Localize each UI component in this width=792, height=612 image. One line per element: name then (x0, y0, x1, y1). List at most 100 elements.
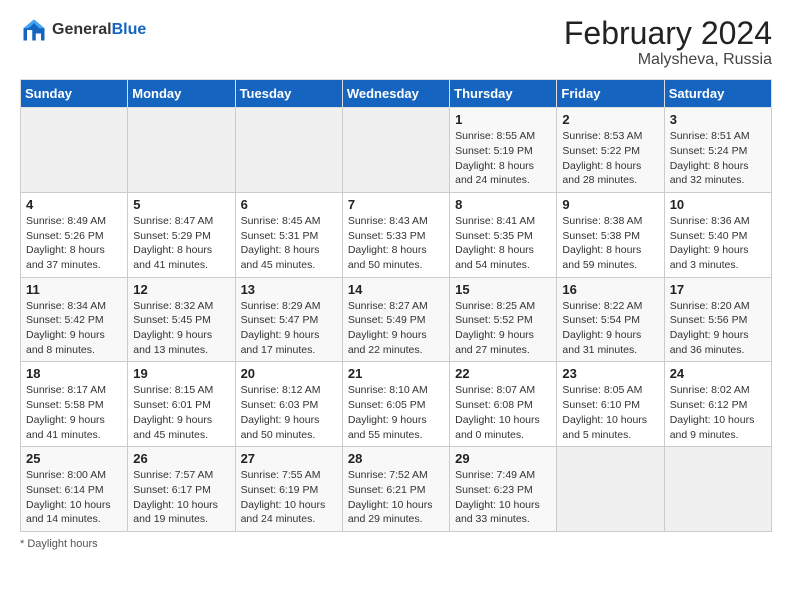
day-info: Sunrise: 8:27 AMSunset: 5:49 PMDaylight:… (348, 299, 444, 358)
calendar-cell: 21 Sunrise: 8:10 AMSunset: 6:05 PMDayligh… (342, 362, 449, 447)
calendar-cell (235, 108, 342, 193)
calendar-cell: 28 Sunrise: 7:52 AMSunset: 6:21 PMDayligh… (342, 447, 449, 532)
calendar-cell: 11Sunrise: 8:34 AMSunset: 5:42 PMDayligh… (21, 277, 128, 362)
calendar-cell: 27 Sunrise: 7:55 AMSunset: 6:19 PMDayligh… (235, 447, 342, 532)
week-row-3: 11Sunrise: 8:34 AMSunset: 5:42 PMDayligh… (21, 277, 772, 362)
day-info: Sunrise: 8:15 AMSunset: 6:01 PMDaylight:… (133, 383, 229, 442)
day-info: Sunrise: 7:49 AMSunset: 6:23 PMDaylight:… (455, 468, 551, 527)
day-number: 13 (241, 282, 337, 297)
day-number: 20 (241, 366, 337, 381)
day-info: Sunrise: 8:20 AMSunset: 5:56 PMDaylight:… (670, 299, 766, 358)
page: GeneralBlue February 2024 Malysheva, Rus… (0, 0, 792, 612)
calendar-cell: 18 Sunrise: 8:17 AMSunset: 5:58 PMDayligh… (21, 362, 128, 447)
calendar-cell: 12 Sunrise: 8:32 AMSunset: 5:45 PMDayligh… (128, 277, 235, 362)
weekday-header-sunday: Sunday (21, 80, 128, 108)
day-number: 24 (670, 366, 766, 381)
day-number: 9 (562, 197, 658, 212)
day-info: Sunrise: 8:02 AMSunset: 6:12 PMDaylight:… (670, 383, 766, 442)
day-number: 26 (133, 451, 229, 466)
day-info: Sunrise: 8:47 AMSunset: 5:29 PMDaylight:… (133, 214, 229, 273)
logo-general: General (52, 21, 112, 38)
calendar-cell: 7 Sunrise: 8:43 AMSunset: 5:33 PMDaylight… (342, 192, 449, 277)
day-info: Sunrise: 8:22 AMSunset: 5:54 PMDaylight:… (562, 299, 658, 358)
day-info: Sunrise: 8:49 AMSunset: 5:26 PMDaylight:… (26, 214, 122, 273)
day-number: 1 (455, 112, 551, 127)
day-info: Sunrise: 8:07 AMSunset: 6:08 PMDaylight:… (455, 383, 551, 442)
day-info: Sunrise: 8:10 AMSunset: 6:05 PMDaylight:… (348, 383, 444, 442)
day-info: Sunrise: 7:52 AMSunset: 6:21 PMDaylight:… (348, 468, 444, 527)
day-number: 22 (455, 366, 551, 381)
weekday-header-tuesday: Tuesday (235, 80, 342, 108)
header: GeneralBlue February 2024 Malysheva, Rus… (20, 16, 772, 69)
day-info: Sunrise: 8:12 AMSunset: 6:03 PMDaylight:… (241, 383, 337, 442)
day-info: Sunrise: 8:36 AMSunset: 5:40 PMDaylight:… (670, 214, 766, 273)
day-number: 11 (26, 282, 122, 297)
day-info: Sunrise: 8:38 AMSunset: 5:38 PMDaylight:… (562, 214, 658, 273)
day-number: 29 (455, 451, 551, 466)
day-info: Sunrise: 8:25 AMSunset: 5:52 PMDaylight:… (455, 299, 551, 358)
week-row-5: 25Sunrise: 8:00 AMSunset: 6:14 PMDayligh… (21, 447, 772, 532)
calendar-cell: 19 Sunrise: 8:15 AMSunset: 6:01 PMDayligh… (128, 362, 235, 447)
calendar-cell: 8 Sunrise: 8:41 AMSunset: 5:35 PMDaylight… (450, 192, 557, 277)
weekday-header-thursday: Thursday (450, 80, 557, 108)
day-info: Sunrise: 8:51 AMSunset: 5:24 PMDaylight:… (670, 129, 766, 188)
day-info: Sunrise: 7:55 AMSunset: 6:19 PMDaylight:… (241, 468, 337, 527)
day-number: 23 (562, 366, 658, 381)
calendar-cell: 2Sunrise: 8:53 AMSunset: 5:22 PMDaylight… (557, 108, 664, 193)
day-info: Sunrise: 8:17 AMSunset: 5:58 PMDaylight:… (26, 383, 122, 442)
day-info: Sunrise: 8:55 AMSunset: 5:19 PMDaylight:… (455, 129, 551, 188)
day-number: 3 (670, 112, 766, 127)
day-number: 14 (348, 282, 444, 297)
week-row-4: 18 Sunrise: 8:17 AMSunset: 5:58 PMDayligh… (21, 362, 772, 447)
calendar-cell: 24 Sunrise: 8:02 AMSunset: 6:12 PMDayligh… (664, 362, 771, 447)
day-number: 7 (348, 197, 444, 212)
title-block: February 2024 Malysheva, Russia (564, 16, 772, 69)
logo-text: GeneralBlue (52, 21, 146, 39)
day-info: Sunrise: 8:45 AMSunset: 5:31 PMDaylight:… (241, 214, 337, 273)
day-info: Sunrise: 8:32 AMSunset: 5:45 PMDaylight:… (133, 299, 229, 358)
day-number: 21 (348, 366, 444, 381)
logo: GeneralBlue (20, 16, 146, 44)
day-number: 8 (455, 197, 551, 212)
day-number: 10 (670, 197, 766, 212)
day-info: Sunrise: 7:57 AMSunset: 6:17 PMDaylight:… (133, 468, 229, 527)
calendar-cell: 13 Sunrise: 8:29 AMSunset: 5:47 PMDayligh… (235, 277, 342, 362)
weekday-header-friday: Friday (557, 80, 664, 108)
calendar-cell: 17 Sunrise: 8:20 AMSunset: 5:56 PMDayligh… (664, 277, 771, 362)
day-number: 6 (241, 197, 337, 212)
week-row-2: 4Sunrise: 8:49 AMSunset: 5:26 PMDaylight… (21, 192, 772, 277)
calendar-cell: 14 Sunrise: 8:27 AMSunset: 5:49 PMDayligh… (342, 277, 449, 362)
footer-note-text: Daylight hours (27, 538, 97, 550)
day-number: 5 (133, 197, 229, 212)
day-number: 27 (241, 451, 337, 466)
day-number: 17 (670, 282, 766, 297)
day-number: 19 (133, 366, 229, 381)
calendar-cell: 4Sunrise: 8:49 AMSunset: 5:26 PMDaylight… (21, 192, 128, 277)
day-number: 12 (133, 282, 229, 297)
calendar-cell: 6 Sunrise: 8:45 AMSunset: 5:31 PMDaylight… (235, 192, 342, 277)
calendar-cell (664, 447, 771, 532)
calendar-cell: 25Sunrise: 8:00 AMSunset: 6:14 PMDayligh… (21, 447, 128, 532)
calendar-cell (128, 108, 235, 193)
weekday-header-row: SundayMondayTuesdayWednesdayThursdayFrid… (21, 80, 772, 108)
calendar-cell (557, 447, 664, 532)
calendar-cell (342, 108, 449, 193)
day-info: Sunrise: 8:43 AMSunset: 5:33 PMDaylight:… (348, 214, 444, 273)
day-info: Sunrise: 8:41 AMSunset: 5:35 PMDaylight:… (455, 214, 551, 273)
calendar-cell: 23Sunrise: 8:05 AMSunset: 6:10 PMDayligh… (557, 362, 664, 447)
day-number: 18 (26, 366, 122, 381)
day-info: Sunrise: 8:29 AMSunset: 5:47 PMDaylight:… (241, 299, 337, 358)
logo-icon (20, 16, 48, 44)
weekday-header-monday: Monday (128, 80, 235, 108)
calendar-cell: 26 Sunrise: 7:57 AMSunset: 6:17 PMDayligh… (128, 447, 235, 532)
calendar-cell: 15Sunrise: 8:25 AMSunset: 5:52 PMDayligh… (450, 277, 557, 362)
calendar-cell: 29 Sunrise: 7:49 AMSunset: 6:23 PMDayligh… (450, 447, 557, 532)
calendar: SundayMondayTuesdayWednesdayThursdayFrid… (20, 79, 772, 532)
calendar-cell: 3 Sunrise: 8:51 AMSunset: 5:24 PMDaylight… (664, 108, 771, 193)
month-title: February 2024 (564, 16, 772, 51)
day-number: 28 (348, 451, 444, 466)
day-number: 16 (562, 282, 658, 297)
day-number: 2 (562, 112, 658, 127)
calendar-cell: 16 Sunrise: 8:22 AMSunset: 5:54 PMDayligh… (557, 277, 664, 362)
location: Malysheva, Russia (564, 51, 772, 69)
